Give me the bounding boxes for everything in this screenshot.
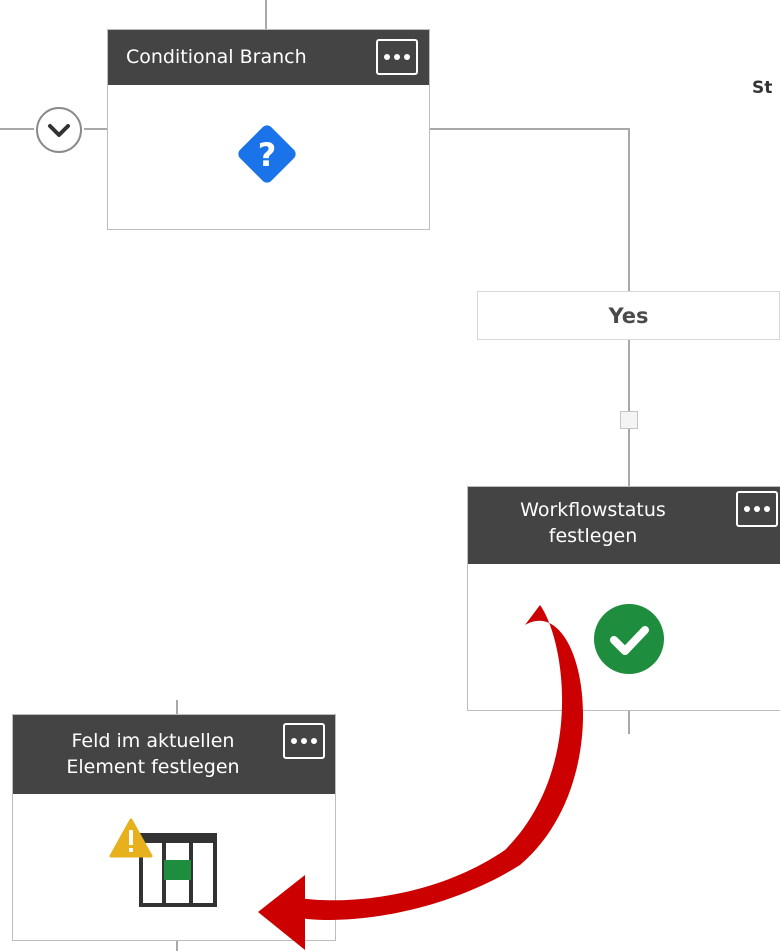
connector-line-left-to-card [84,128,108,130]
connector-line-left [0,128,34,130]
workflow-status-menu-button[interactable] [736,491,778,527]
table-warning-icon [109,818,219,910]
branch-label-yes: Yes [477,291,780,340]
set-field-card[interactable]: Feld im aktuellen Element festlegen [12,714,336,941]
connector-line-branch-down [628,128,630,291]
conditional-branch-menu-button[interactable] [376,39,418,75]
collapse-toggle[interactable] [34,105,84,155]
conditional-branch-title: Conditional Branch [126,46,307,68]
connector-line-field-top [176,700,178,714]
conditional-branch-card[interactable]: Conditional Branch ? [107,29,430,230]
connector-line-bottom-right [628,710,630,734]
connector-line-branch-right [430,128,630,130]
drop-target-square[interactable] [620,411,638,429]
workflow-status-header: Workflowstatus festlegen [468,487,780,564]
svg-text:?: ? [258,136,277,174]
side-label-truncated: St [752,78,773,98]
workflow-status-title: Workflowstatus festlegen [520,499,666,547]
connector-line-top [265,0,267,30]
check-circle-icon [592,602,666,676]
set-field-title: Feld im aktuellen Element festlegen [66,730,240,778]
connector-line-field-bottom [176,941,178,951]
workflow-status-card[interactable]: Workflowstatus festlegen [467,486,780,711]
question-diamond-icon: ? [231,118,303,190]
set-field-menu-button[interactable] [283,723,325,759]
chevron-down-circle-icon [36,107,82,153]
